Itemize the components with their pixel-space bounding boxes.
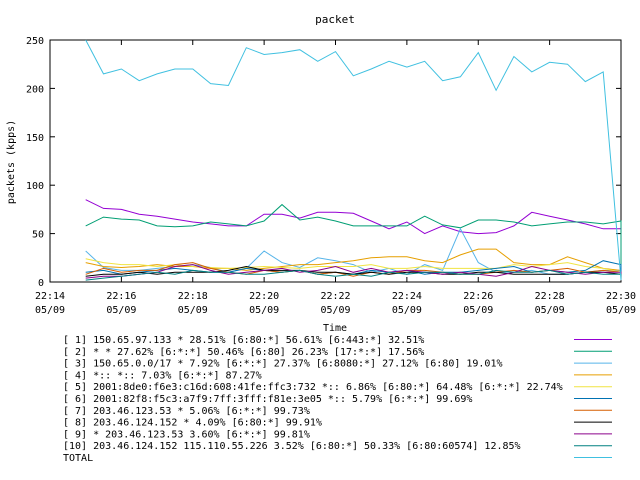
x-tick-time-label: 22:18 — [178, 291, 208, 302]
legend-entry-9: [ 9] * 203.46.123.53 3.60% [6:*:*] 99.81… — [63, 429, 310, 440]
series-group — [85, 39, 622, 281]
x-tick-time-label: 22:30 — [606, 291, 636, 302]
x-tick-time-label: 22:16 — [106, 291, 136, 302]
legend-entry-7: [ 7] 203.46.123.53 * 5.06% [6:*:*] 99.73… — [63, 406, 310, 417]
x-tick-date-label: 05/09 — [249, 305, 279, 316]
y-tick-label: 0 — [38, 278, 44, 289]
x-tick-date-label: 05/09 — [178, 305, 208, 316]
legend-entry-8: [ 8] 203.46.124.152 * 4.09% [6:80:*] 99.… — [63, 418, 322, 429]
x-tick-date-label: 05/09 — [606, 305, 636, 316]
packet-chart: packet 0 50 100 150 200 250 22:14 05/09 22:16 05… — [6, 13, 636, 464]
series-line-6 — [85, 260, 622, 281]
legend-entry-6: [ 6] 2001:82f8:f5c3:a7f9:7ff:3fff:f81e:3… — [63, 394, 472, 405]
y-axis-label: packets (kpps) — [6, 120, 17, 204]
x-tick-date-label: 05/09 — [535, 305, 565, 316]
legend-entry-1: [ 1] 150.65.97.133 * 28.51% [6:80:*] 56.… — [63, 335, 424, 346]
x-tick-date-label: 05/09 — [392, 305, 422, 316]
x-tick-date-label: 05/09 — [106, 305, 136, 316]
legend-entry-5: [ 5] 2001:8de0:f6e3:c16d:608:41fe:ffc3:7… — [63, 382, 563, 393]
x-tick-time-label: 22:20 — [249, 291, 279, 302]
legend-entry-10: [10] 203.46.124.152 115.110.55.226 3.52%… — [63, 441, 521, 452]
legend-entry-2: [ 2] * * 27.62% [6:*:*] 50.46% [6:80] 26… — [63, 347, 424, 358]
y-tick-label: 200 — [26, 84, 44, 95]
legend-entry-4: [ 4] *:: *:: 7.03% [6:*:*] 87.27% — [63, 370, 262, 381]
x-tick-date-label: 05/09 — [35, 305, 65, 316]
y-axis: 0 50 100 150 200 250 — [26, 36, 621, 289]
y-tick-label: 100 — [26, 181, 44, 192]
x-tick-time-label: 22:28 — [535, 291, 565, 302]
y-tick-label: 250 — [26, 36, 44, 47]
series-line-11 — [85, 39, 622, 281]
chart-title: packet — [315, 13, 355, 26]
plot-border — [49, 39, 622, 283]
x-axis-label: Time — [323, 323, 347, 334]
legend-entry-3: [ 3] 150.65.0.0/17 * 7.92% [6:*:*] 27.37… — [63, 359, 503, 370]
legend-entry-11: TOTAL — [63, 453, 93, 464]
x-tick-time-label: 22:22 — [320, 291, 350, 302]
x-tick-time-label: 22:14 — [35, 291, 65, 302]
y-tick-label: 150 — [26, 133, 44, 144]
legend: [ 1] 150.65.97.133 * 28.51% [6:80:*] 56.… — [63, 335, 612, 464]
x-tick-date-label: 05/09 — [320, 305, 350, 316]
plot-frame — [49, 39, 622, 283]
x-tick-date-label: 05/09 — [463, 305, 493, 316]
x-tick-time-label: 22:26 — [463, 291, 493, 302]
y-tick-label: 50 — [32, 230, 44, 241]
x-tick-time-label: 22:24 — [392, 291, 422, 302]
